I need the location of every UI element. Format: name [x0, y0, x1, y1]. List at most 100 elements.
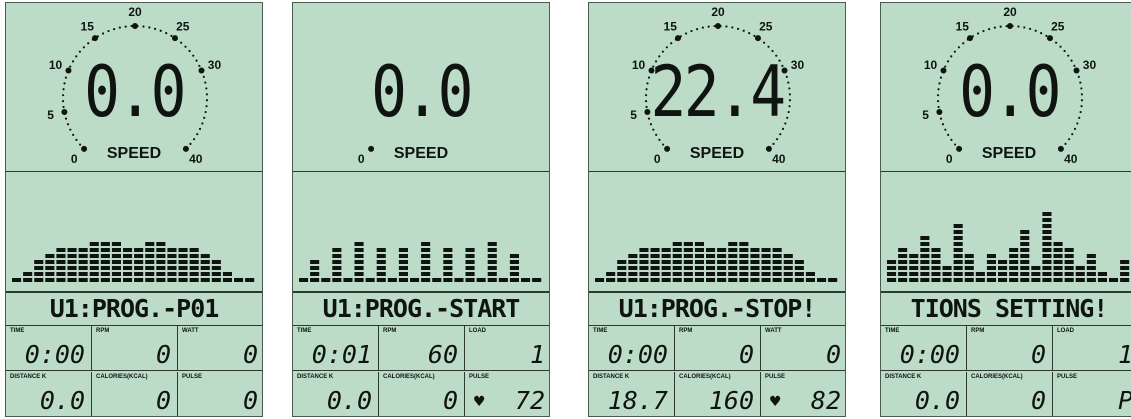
profile-segment: [964, 278, 974, 282]
profile-segment: [909, 278, 919, 282]
profile-segment: [376, 248, 386, 252]
profile-segment: [332, 278, 342, 282]
profile-segment: [1020, 254, 1030, 258]
dial-dot: [707, 25, 710, 28]
profile-segment: [1086, 254, 1096, 258]
stat-value: 0: [738, 340, 754, 369]
stat-time: TIME 0:00: [589, 326, 675, 371]
profile-segment: [45, 278, 55, 282]
profile-segment: [931, 272, 941, 276]
stat-label: TIME: [885, 328, 900, 334]
profile-segment: [617, 278, 627, 282]
dial-dot: [944, 128, 947, 131]
profile-segment: [694, 254, 704, 258]
stat-value: 0: [1030, 386, 1046, 415]
stat-value: 0: [242, 340, 258, 369]
profile-segment: [1020, 236, 1030, 240]
profile-segment: [178, 254, 188, 258]
profile-segment: [717, 254, 727, 258]
profile-segment: [465, 266, 475, 270]
profile-segment: [67, 260, 77, 264]
stat-label: DISTANCE K: [593, 374, 630, 380]
profile-segment: [178, 272, 188, 276]
profile-segment: [167, 248, 177, 252]
profile-segment: [1020, 266, 1030, 270]
dial-dot: [1073, 127, 1077, 131]
stat-value: 0.0: [39, 386, 85, 415]
lcd-panel-2: 0 0.0 SPEED U1:PROG.-START TIME 0:01 RPM 60 LOAD…: [292, 2, 550, 417]
profile-segment: [953, 254, 963, 258]
profile-segment: [942, 278, 952, 282]
profile-segment: [794, 266, 804, 270]
profile-bars: [887, 212, 1130, 282]
profile-segment: [145, 260, 155, 264]
profile-segment: [498, 278, 508, 282]
profile-segment: [706, 260, 716, 264]
profile-segment: [487, 248, 497, 252]
profile-segment: [1120, 266, 1130, 270]
profile-segment: [100, 272, 110, 276]
stats-grid: TIME 0:00 RPM 0 WATT 0 DISTANCE K 0.0 CALORIES(k…: [6, 326, 262, 416]
profile-segment: [189, 254, 199, 258]
stat-label: PULSE: [1057, 374, 1078, 380]
profile-segment: [953, 236, 963, 240]
profile-segment: [211, 260, 221, 264]
profile-segment: [56, 254, 66, 258]
profile-segment: [123, 278, 133, 282]
profile-segment: [123, 248, 133, 252]
profile-segment: [672, 248, 682, 252]
dial-dot: [192, 138, 196, 141]
profile-segment: [998, 266, 1008, 270]
profile-segment: [245, 278, 255, 282]
profile-segment: [639, 272, 649, 276]
profile-segment: [986, 272, 996, 276]
profile-segment: [717, 266, 727, 270]
profile-segment: [1042, 224, 1052, 228]
stat-label: RPM: [383, 328, 397, 334]
profile-segment: [111, 278, 121, 282]
profile-segment: [178, 266, 188, 270]
profile-segment: [1109, 278, 1119, 282]
profile-segment: [476, 278, 486, 282]
profile-segment: [200, 254, 210, 258]
profile-segment: [772, 248, 782, 252]
profile-bars: [299, 242, 542, 282]
profile-segment: [1042, 218, 1052, 222]
profile-segment: [156, 242, 166, 246]
profile-segment: [443, 278, 453, 282]
profile-segment: [23, 272, 33, 276]
stat-pulse: PULSE 0: [178, 372, 262, 416]
profile-segment: [1042, 266, 1052, 270]
stat-label: DISTANCE K: [885, 374, 922, 380]
profile-segment: [465, 254, 475, 258]
profile-segment: [134, 260, 144, 264]
stats-grid: TIME 0:01 RPM 60 LOAD 1 DISTANCE K 0.0 CALORIES(…: [293, 326, 549, 416]
profile-segment: [931, 260, 941, 264]
stat-watt: WATT 0: [761, 326, 845, 371]
profile-segment: [134, 254, 144, 258]
profile-segment: [343, 278, 353, 282]
dial-dot: [101, 32, 105, 35]
profile-segment: [189, 248, 199, 252]
profile-segment: [1020, 272, 1030, 276]
stat-rpm: RPM 0: [92, 326, 178, 371]
profile-segment: [376, 266, 386, 270]
stat-distance-k: DISTANCE K 0.0: [293, 372, 379, 416]
stat-label: RPM: [96, 328, 110, 334]
dial-dot: [962, 42, 965, 45]
dial-dot: [188, 49, 191, 53]
profile-segment: [100, 248, 110, 252]
profile-segment: [1064, 248, 1074, 252]
profile-segment: [898, 272, 908, 276]
profile-segment: [920, 266, 930, 270]
dial-dot: [1045, 34, 1048, 37]
profile-segment: [100, 278, 110, 282]
profile-segment: [650, 254, 660, 258]
profile-segment: [887, 278, 897, 282]
profile-segment: [354, 266, 364, 270]
lcd-panel-3: 0 5 10 15 20 25 30 40 22.4 SPEED U1:PROG.-STOP! TIM…: [588, 2, 846, 417]
profile-segment: [156, 272, 166, 276]
profile-segment: [23, 278, 33, 282]
profile-segment: [421, 242, 431, 246]
stat-calories-kcal: CALORIES(kcal) 0: [92, 372, 178, 416]
